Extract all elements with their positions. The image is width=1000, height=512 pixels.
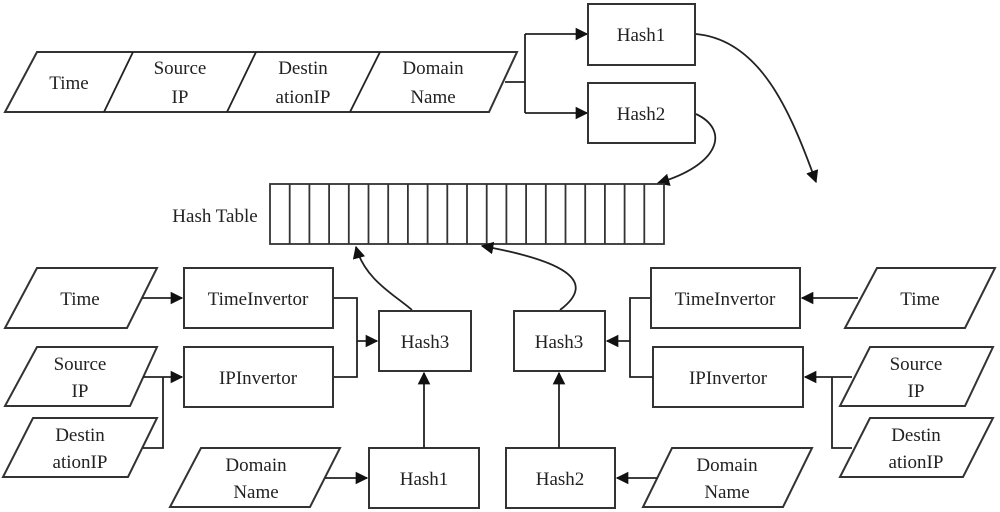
- left-time-invertor-label: TimeInvertor: [208, 289, 309, 310]
- left-hash1-box: Hash1: [368, 447, 480, 509]
- right-source-ip-line1: Source: [890, 354, 943, 375]
- left-domain-name-line2: Name: [233, 482, 278, 503]
- hash-table-label: Hash Table: [172, 206, 257, 227]
- connector-invertors: [334, 297, 358, 378]
- right-ip-invertor-label: IPInvertor: [689, 368, 768, 389]
- left-source-ip-line1: Source: [54, 354, 107, 375]
- arrow-left-hash3-to-table: [352, 245, 413, 311]
- hash-flow-diagram: Time Source IP Destin ationIP Domain Nam…: [1, 3, 997, 509]
- hash-table: [269, 183, 665, 245]
- right-ip-invertor-box: IPInvertor: [652, 346, 804, 408]
- left-ip-invertor-box: IPInvertor: [183, 346, 334, 408]
- left-ip-invertor-label: IPInvertor: [219, 368, 298, 389]
- top-hash2-label: Hash2: [617, 104, 666, 125]
- top-record: Time Source IP Destin ationIP Domain Nam…: [3, 51, 519, 113]
- right-domain-name-field: Domain Name: [641, 447, 814, 508]
- right-domain-name-line2: Name: [704, 482, 749, 503]
- connector-invertors-right: [629, 297, 653, 378]
- left-time-invertor-box: TimeInvertor: [183, 267, 334, 329]
- top-hash1-box: Hash1: [587, 3, 696, 66]
- right-time-invertor-box: TimeInvertor: [650, 267, 801, 329]
- top-field-domain-name-line2: Name: [410, 87, 455, 108]
- left-source-ip-line2: IP: [72, 381, 89, 402]
- arrow-right-hash3-to-table: [480, 241, 577, 311]
- top-field-destination-ip-line1: Destin: [278, 58, 328, 79]
- right-destination-ip-field: Destin ationIP: [838, 417, 995, 478]
- left-group: Time Source IP Destin ationIP Domain Nam…: [1, 267, 480, 509]
- right-destination-ip-line2: ationIP: [889, 452, 944, 473]
- right-time-label: Time: [900, 289, 939, 310]
- left-destination-ip-line1: Destin: [55, 425, 105, 446]
- right-source-ip-field: Source IP: [838, 346, 995, 407]
- right-hash3-box: Hash3: [513, 310, 606, 372]
- left-domain-name-field: Domain Name: [168, 447, 342, 508]
- top-field-time: Time: [49, 73, 88, 94]
- top-field-source-ip-line1: Source: [154, 58, 207, 79]
- left-time-field: Time: [3, 267, 159, 329]
- left-hash3-label: Hash3: [401, 332, 450, 353]
- right-hash3-label: Hash3: [535, 332, 584, 353]
- left-source-ip-field: Source IP: [3, 346, 159, 407]
- top-field-source-ip-line2: IP: [172, 87, 189, 108]
- top-hash2-box: Hash2: [587, 82, 696, 144]
- left-time-label: Time: [60, 289, 99, 310]
- top-field-destination-ip-line2: ationIP: [276, 87, 331, 108]
- arrow-hash1-to-table: [695, 33, 819, 184]
- right-time-invertor-label: TimeInvertor: [675, 289, 776, 310]
- left-destination-ip-field: Destin ationIP: [1, 417, 159, 478]
- right-hash2-box: Hash2: [505, 447, 616, 509]
- right-domain-name-line1: Domain: [696, 455, 758, 476]
- right-group: Time Source IP Destin ationIP Domain Nam…: [505, 267, 997, 509]
- left-hash3-box: Hash3: [378, 310, 472, 372]
- right-source-ip-line2: IP: [908, 381, 925, 402]
- left-hash1-label: Hash1: [400, 469, 449, 490]
- top-hash1-label: Hash1: [617, 25, 666, 46]
- right-hash2-label: Hash2: [536, 469, 585, 490]
- left-destination-ip-line2: ationIP: [53, 452, 108, 473]
- top-field-domain-name-line1: Domain: [402, 58, 464, 79]
- right-time-field: Time: [843, 267, 997, 329]
- right-destination-ip-line1: Destin: [891, 425, 941, 446]
- left-domain-name-line1: Domain: [225, 455, 287, 476]
